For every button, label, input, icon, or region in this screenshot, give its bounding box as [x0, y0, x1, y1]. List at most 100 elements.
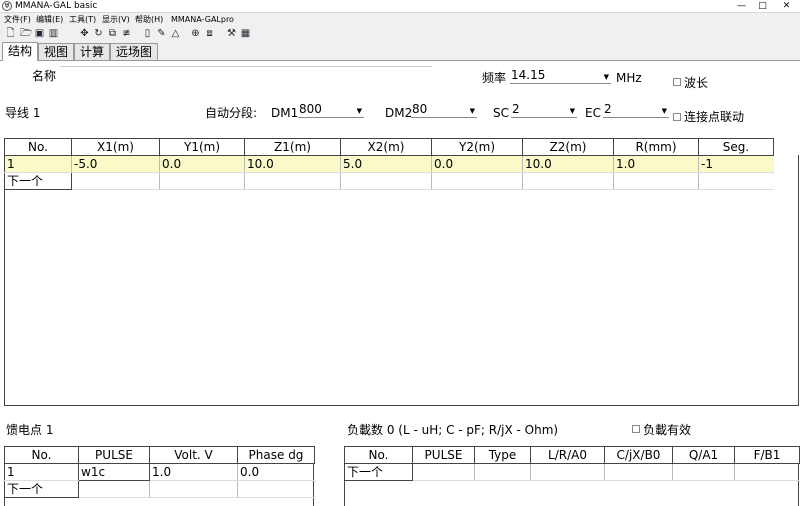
cell-no[interactable]: 1 — [4, 155, 72, 173]
page-icon[interactable]: ▯ — [142, 28, 153, 39]
feed-col-volt[interactable]: Volt. V — [149, 446, 238, 464]
freq-label: 频率 — [482, 71, 507, 85]
load-enable-checkbox[interactable] — [632, 425, 640, 433]
col-z2[interactable]: Z2(m) — [522, 138, 614, 156]
move-icon[interactable]: ✥ — [79, 28, 90, 39]
menu-edit[interactable]: 编辑(E) — [36, 14, 63, 25]
menu-file[interactable]: 文件(F) — [4, 14, 31, 25]
menu-pro[interactable]: MMANA-GALpro — [171, 14, 234, 25]
dm1-value: 800 — [299, 102, 322, 116]
sc-value: 2 — [512, 102, 520, 116]
wire-label: 导线 1 — [5, 106, 41, 120]
chevron-down-icon: ▼ — [661, 107, 667, 115]
menu-bar: 文件(F) 编辑(E) 工具(T) 显示(V) 帮助(H) MMANA-GALp… — [0, 13, 800, 26]
cell-z2[interactable]: 10.0 — [522, 155, 614, 173]
tab-farfield[interactable]: 远场图 — [110, 43, 158, 60]
load-col-type[interactable]: Type — [474, 446, 531, 464]
feed-cell-volt[interactable]: 1.0 — [149, 463, 238, 481]
ec-combo[interactable]: 2 ▼ — [603, 102, 669, 118]
feed-table-header: No. PULSE Volt. V Phase dg — [4, 446, 315, 464]
wavelength-checkbox[interactable] — [673, 78, 681, 86]
cell-r[interactable]: 1.0 — [613, 155, 699, 173]
cell-z1[interactable]: 10.0 — [244, 155, 341, 173]
save-icon[interactable]: ▣ — [34, 28, 45, 39]
triangle-icon[interactable]: △ — [170, 28, 181, 39]
table-row[interactable]: 1 w1c 1.0 0.0 — [4, 463, 315, 481]
sc-combo[interactable]: 2 ▼ — [511, 102, 577, 118]
copy-wire-icon[interactable]: ⧉ — [107, 28, 118, 39]
sc-label: SC — [493, 106, 509, 120]
menu-help[interactable]: 帮助(H) — [135, 14, 163, 25]
next-row-cell[interactable]: 下一个 — [4, 172, 72, 190]
feed-col-phase[interactable]: Phase dg — [237, 446, 315, 464]
load-table: No. PULSE Type L/R/A0 C/jX/B0 Q/A1 F/B1 … — [344, 446, 800, 481]
link-checkbox[interactable] — [673, 113, 681, 121]
cell-y1[interactable]: 0.0 — [159, 155, 245, 173]
col-seg[interactable]: Seg. — [698, 138, 774, 156]
chevron-down-icon: ▼ — [603, 73, 609, 81]
tools-icon[interactable]: ⚒ — [226, 28, 237, 39]
close-button[interactable]: ✕ — [778, 0, 795, 12]
cell-seg[interactable]: -1 — [698, 155, 774, 173]
draw-icon[interactable]: ✎ — [156, 28, 167, 39]
menu-view[interactable]: 显示(V) — [102, 14, 130, 25]
table-row[interactable]: 下一个 — [344, 463, 800, 481]
col-x2[interactable]: X2(m) — [340, 138, 432, 156]
feed-next-cell[interactable]: 下一个 — [4, 480, 79, 498]
freq-combo[interactable]: 14.15 ▼ — [510, 68, 611, 84]
load-col-no[interactable]: No. — [344, 446, 413, 464]
toolbar: 🗋 🗁 ▣ ▥ ✥ ↻ ⧉ ≢ ▯ ✎ △ ⊕ ⧈ ⚒ ▦ — [0, 26, 800, 42]
table-row[interactable]: 下一个 — [4, 480, 315, 498]
dm2-combo[interactable]: 80 ▼ — [411, 102, 477, 118]
col-z1[interactable]: Z1(m) — [244, 138, 341, 156]
ec-label: EC — [585, 106, 601, 120]
minimize-button[interactable]: — — [733, 0, 750, 12]
menu-tools[interactable]: 工具(T) — [69, 14, 96, 25]
window-title: MMANA-GAL basic — [15, 1, 98, 11]
name-input[interactable] — [60, 66, 432, 67]
chevron-down-icon: ▼ — [569, 107, 575, 115]
tab-calculate[interactable]: 计算 — [74, 43, 110, 60]
new-icon[interactable]: 🗋 — [5, 28, 16, 39]
freq-value: 14.15 — [511, 68, 546, 82]
col-y2[interactable]: Y2(m) — [431, 138, 523, 156]
cell-x1[interactable]: -5.0 — [71, 155, 160, 173]
feed-cell-no[interactable]: 1 — [4, 463, 79, 481]
feed-cell-pulse[interactable]: w1c — [78, 463, 150, 481]
load-col-fb1[interactable]: F/B1 — [734, 446, 800, 464]
rotate-icon[interactable]: ↻ — [93, 28, 104, 39]
load-col-cjxb0[interactable]: C/jX/B0 — [604, 446, 673, 464]
load-col-pulse[interactable]: PULSE — [412, 446, 475, 464]
load-col-lra0[interactable]: L/R/A0 — [530, 446, 605, 464]
feed-col-no[interactable]: No. — [4, 446, 79, 464]
col-no[interactable]: No. — [4, 138, 72, 156]
copy-icon[interactable]: ⧈ — [204, 28, 215, 39]
ec-value: 2 — [604, 102, 612, 116]
load-next-cell[interactable]: 下一个 — [344, 463, 413, 481]
load-enable-label: 负載有效 — [643, 423, 692, 437]
freq-unit: MHz — [616, 71, 642, 85]
dm2-value: 80 — [412, 102, 428, 116]
feed-cell-phase[interactable]: 0.0 — [237, 463, 315, 481]
feed-label: 馈电点 1 — [6, 423, 54, 437]
maximize-button[interactable]: □ — [754, 0, 771, 12]
col-y1[interactable]: Y1(m) — [159, 138, 245, 156]
open-icon[interactable]: 🗁 — [20, 28, 32, 39]
tab-view[interactable]: 视图 — [38, 43, 74, 60]
table-row[interactable]: 下一个 — [4, 172, 774, 190]
target-icon[interactable]: ⊕ — [190, 28, 201, 39]
app-icon: ♅ — [2, 1, 12, 11]
table-row[interactable]: 1 -5.0 0.0 10.0 5.0 0.0 10.0 1.0 -1 — [4, 155, 774, 173]
cell-x2[interactable]: 5.0 — [340, 155, 432, 173]
col-x1[interactable]: X1(m) — [71, 138, 160, 156]
wire-table-header: No. X1(m) Y1(m) Z1(m) X2(m) Y2(m) Z2(m) … — [4, 138, 774, 156]
wire-settings-icon[interactable]: ≢ — [121, 28, 132, 39]
load-col-qa1[interactable]: Q/A1 — [672, 446, 735, 464]
tab-structure[interactable]: 结构 — [2, 42, 38, 61]
save-as-icon[interactable]: ▥ — [48, 28, 59, 39]
dm1-combo[interactable]: 800 ▼ — [298, 102, 364, 118]
col-r[interactable]: R(mm) — [613, 138, 699, 156]
feed-col-pulse[interactable]: PULSE — [78, 446, 150, 464]
calculator-icon[interactable]: ▦ — [240, 28, 251, 39]
cell-y2[interactable]: 0.0 — [431, 155, 523, 173]
